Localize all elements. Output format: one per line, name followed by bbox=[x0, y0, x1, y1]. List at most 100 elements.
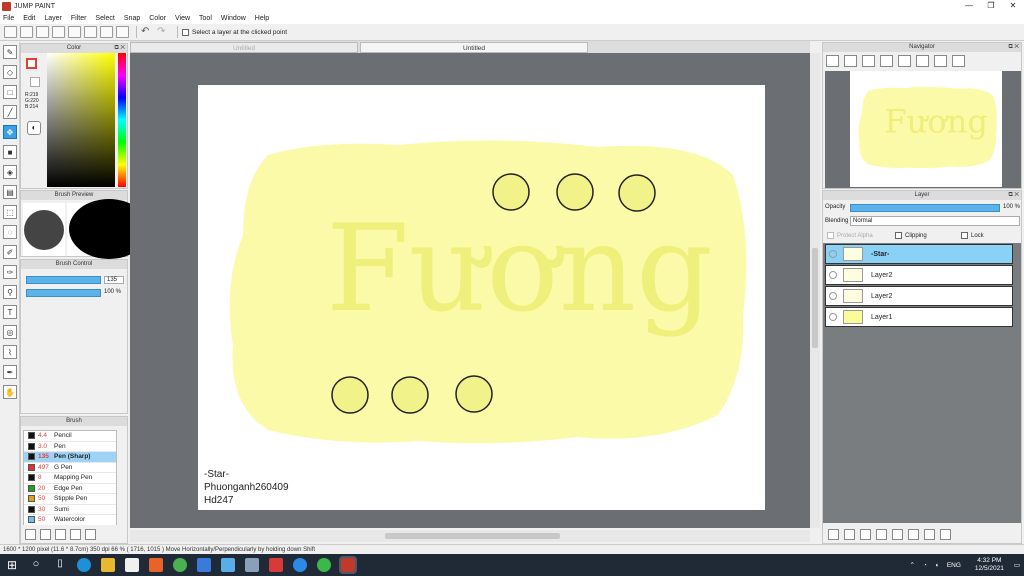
brush-item[interactable]: 50 Watercolor bbox=[24, 515, 116, 526]
horizontal-scroll-thumb[interactable] bbox=[385, 533, 560, 539]
eye-icon[interactable] bbox=[829, 313, 837, 321]
menu-edit[interactable]: Edit bbox=[23, 15, 35, 22]
notification-icon[interactable]: ▭ bbox=[1014, 561, 1020, 569]
app-icon-blue[interactable] bbox=[221, 558, 235, 572]
pages-icon[interactable] bbox=[84, 26, 97, 38]
brush-size-value[interactable]: 135 bbox=[104, 276, 124, 284]
task-view-icon[interactable]: ▯ bbox=[53, 558, 67, 572]
canvas-area[interactable]: Fương -Star- Phuonganh260409 Hd247 bbox=[130, 53, 810, 528]
blending-select[interactable]: Normal bbox=[850, 216, 1020, 226]
new-layer-1bit-icon[interactable] bbox=[860, 528, 871, 540]
brush-item[interactable]: 3.0 Pen bbox=[24, 441, 116, 452]
fit-icon[interactable] bbox=[861, 55, 875, 67]
panel-close-icon[interactable]: ⧉ ✕ bbox=[1008, 191, 1019, 200]
lasso-tool-icon[interactable]: ◌ bbox=[3, 225, 17, 239]
brush-item[interactable]: 8 Mapping Pen bbox=[24, 473, 116, 484]
layout-icon[interactable] bbox=[116, 26, 129, 38]
jump-paint-taskbar-icon[interactable] bbox=[339, 556, 357, 574]
brush-item[interactable]: 20 Edge Pen bbox=[24, 483, 116, 494]
halftone-layer-icon[interactable] bbox=[876, 528, 887, 540]
protect-alpha-checkbox[interactable] bbox=[827, 232, 834, 239]
maximize-button[interactable]: ❐ bbox=[980, 0, 1002, 12]
eye-icon[interactable] bbox=[829, 292, 837, 300]
menu-help[interactable]: Help bbox=[255, 15, 269, 22]
eye-icon[interactable] bbox=[829, 271, 837, 279]
menu-tool[interactable]: Tool bbox=[199, 15, 212, 22]
lock-option[interactable]: Lock bbox=[961, 232, 984, 239]
stamp-tool-icon[interactable]: ⚲ bbox=[3, 285, 17, 299]
select-tool-icon[interactable]: ⬚ bbox=[3, 205, 17, 219]
folder-icon[interactable] bbox=[892, 528, 903, 540]
eye-icon[interactable] bbox=[829, 250, 837, 258]
menu-snap[interactable]: Snap bbox=[124, 15, 140, 22]
brush-item[interactable]: 497 G Pen bbox=[24, 462, 116, 473]
merge-layer-icon[interactable] bbox=[924, 528, 935, 540]
menu-color[interactable]: Color bbox=[149, 15, 166, 22]
duplicate-layer-icon[interactable] bbox=[908, 528, 919, 540]
open-icon[interactable] bbox=[20, 26, 33, 38]
clipping-option[interactable]: Clipping bbox=[895, 232, 927, 239]
edge-icon[interactable] bbox=[77, 558, 91, 572]
rectangle-tool-icon[interactable]: □ bbox=[3, 85, 17, 99]
layer-row-star[interactable]: -Star- bbox=[825, 244, 1013, 264]
select-layer-checkbox[interactable] bbox=[182, 28, 189, 36]
app-icon-green[interactable] bbox=[317, 558, 331, 572]
hue-slider[interactable] bbox=[118, 53, 126, 187]
file-explorer-icon[interactable] bbox=[101, 558, 115, 572]
menu-window[interactable]: Window bbox=[221, 15, 246, 22]
layer-row-layer2[interactable]: Layer2 bbox=[825, 286, 1013, 306]
app-icon-red[interactable] bbox=[269, 558, 283, 572]
brush-copy-icon[interactable] bbox=[55, 528, 66, 540]
panel-close-icon[interactable]: ⧉ ✕ bbox=[114, 44, 125, 53]
bucket-tool-icon[interactable]: ◈ bbox=[3, 165, 17, 179]
brush-item[interactable]: 4.4 Pencil bbox=[24, 431, 116, 442]
app-icon-orange[interactable] bbox=[149, 558, 163, 572]
blur-tool-icon[interactable]: ✑ bbox=[3, 265, 17, 279]
fill-rect-tool-icon[interactable]: ■ bbox=[3, 145, 17, 159]
line-tool-icon[interactable]: ╱ bbox=[3, 105, 17, 119]
camera-icon[interactable] bbox=[245, 558, 259, 572]
teams-icon[interactable] bbox=[197, 558, 211, 572]
clock[interactable]: 4:32 PM 12/5/2021 bbox=[975, 557, 1004, 573]
trash-icon[interactable] bbox=[940, 528, 951, 540]
redo-icon[interactable]: ↷ bbox=[157, 26, 170, 38]
chrome-icon[interactable] bbox=[173, 558, 187, 572]
brush-item[interactable]: 50 Stipple Pen bbox=[24, 494, 116, 505]
layer-row-layer2[interactable]: Layer2 bbox=[825, 265, 1013, 285]
saturation-value-picker[interactable] bbox=[47, 53, 115, 187]
brush-tool-icon[interactable]: ✐ bbox=[3, 245, 17, 259]
layer-opacity-slider[interactable] bbox=[850, 204, 1000, 212]
brush-item[interactable]: 135 Pen (Sharp) bbox=[24, 452, 116, 463]
vertical-scrollbar[interactable] bbox=[810, 53, 820, 528]
minimize-button[interactable]: — bbox=[958, 0, 980, 12]
brush-opacity-slider[interactable] bbox=[26, 289, 101, 297]
actual-size-icon[interactable] bbox=[879, 55, 893, 67]
search-icon[interactable]: ○ bbox=[29, 558, 43, 572]
zoom-out-icon[interactable] bbox=[826, 55, 839, 67]
rotate-left-icon[interactable] bbox=[897, 55, 911, 67]
new-icon[interactable] bbox=[4, 26, 17, 38]
drawing-canvas[interactable]: Fương -Star- Phuonganh260409 Hd247 bbox=[198, 85, 765, 510]
tab-untitled-2[interactable]: Untitled bbox=[360, 42, 588, 53]
layer-row-layer1[interactable]: Layer1 bbox=[825, 307, 1013, 327]
secondary-color-swatch[interactable] bbox=[30, 77, 40, 87]
brush-item[interactable]: 30 Sumi bbox=[24, 504, 116, 515]
brush-folder-icon[interactable] bbox=[85, 528, 96, 540]
brush-settings-icon[interactable] bbox=[25, 528, 36, 540]
pen-tool-icon[interactable]: ✎ bbox=[3, 45, 17, 59]
vertical-scroll-thumb[interactable] bbox=[812, 248, 818, 348]
menu-select[interactable]: Select bbox=[95, 15, 114, 22]
tab-untitled-1[interactable]: Untitled bbox=[130, 42, 358, 53]
horizontal-scrollbar[interactable] bbox=[130, 530, 810, 542]
protect-alpha-option[interactable]: Protect Alpha bbox=[827, 232, 873, 239]
menu-file[interactable]: File bbox=[3, 15, 14, 22]
shape-tool-icon[interactable]: ◎ bbox=[3, 325, 17, 339]
new-layer-icon[interactable] bbox=[828, 528, 839, 540]
tray-chevron-icon[interactable]: ⌃ bbox=[910, 561, 915, 569]
comment-icon[interactable] bbox=[52, 26, 65, 38]
new-layer-8bit-icon[interactable] bbox=[844, 528, 855, 540]
flip-icon[interactable] bbox=[951, 55, 965, 67]
zoom-in-icon[interactable] bbox=[843, 55, 857, 67]
grid-icon[interactable] bbox=[100, 26, 113, 38]
hand-tool-icon[interactable]: ✋ bbox=[3, 385, 17, 399]
